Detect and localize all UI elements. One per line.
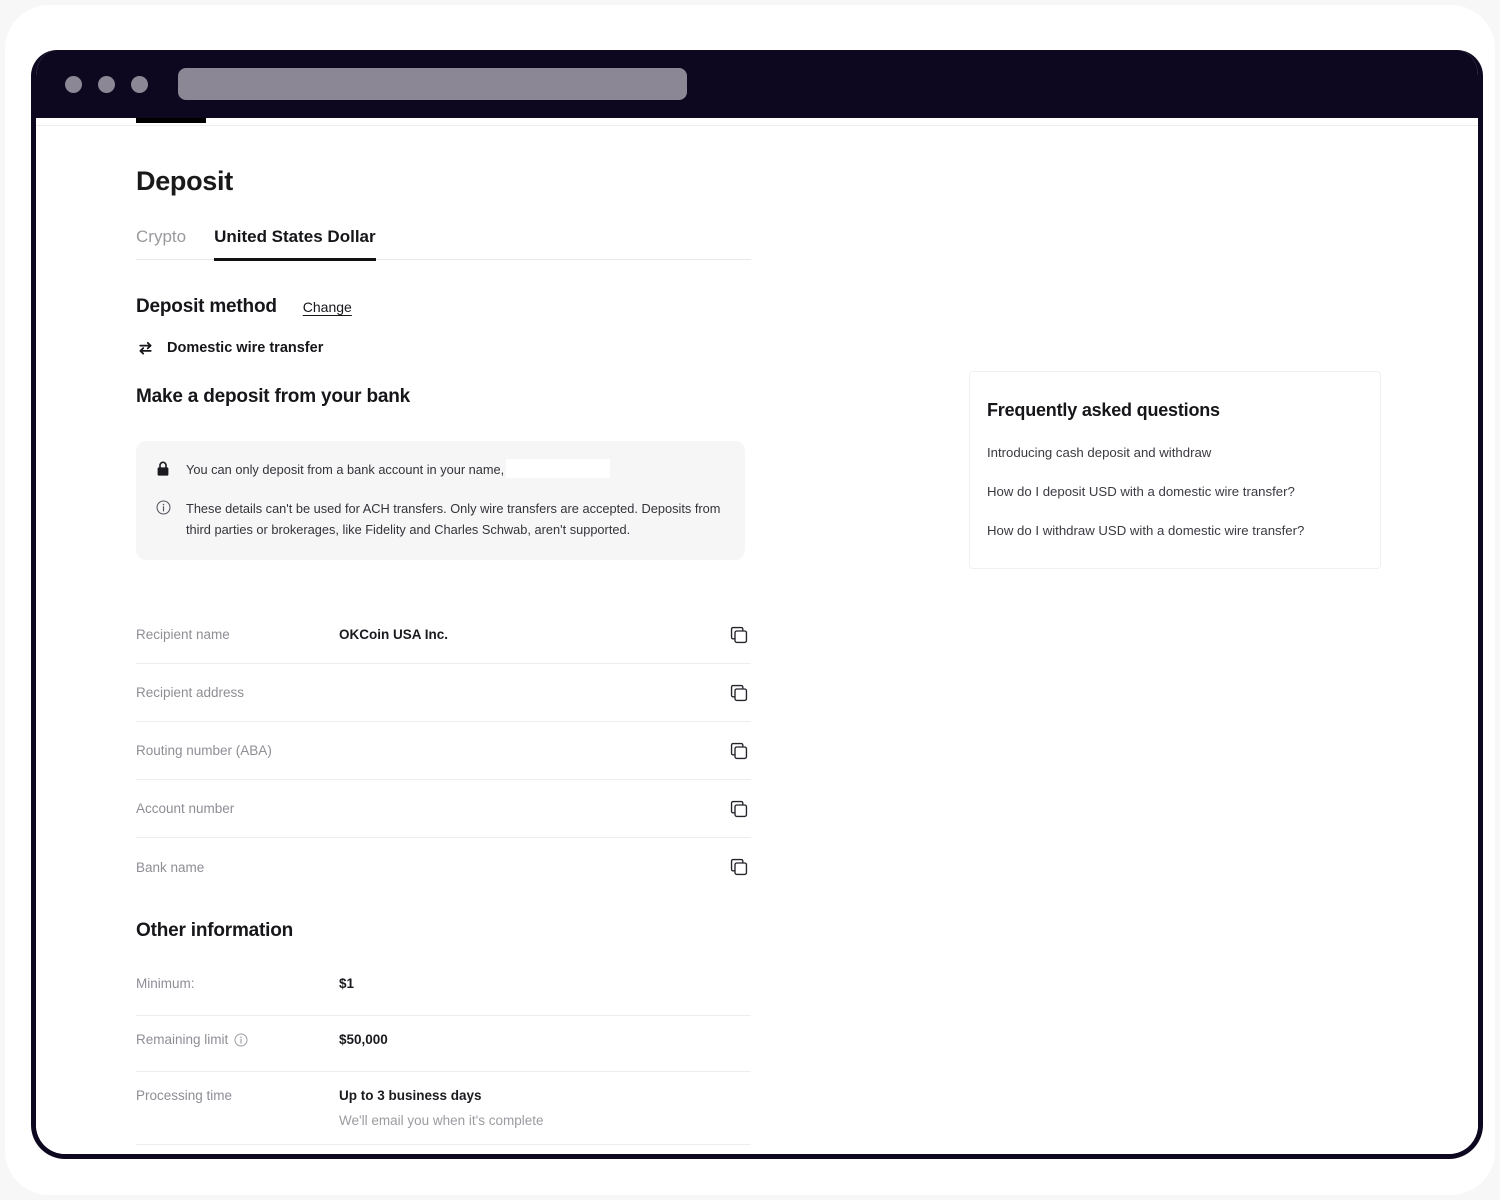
faq-title: Frequently asked questions (987, 400, 1220, 420)
faq-card: Frequently asked questions Introducing c… (969, 371, 1381, 569)
detail-row-routing-number: Routing number (ABA) (136, 722, 751, 781)
lock-icon (156, 459, 172, 477)
tab-crypto[interactable]: Crypto (136, 227, 186, 259)
device-frame: Deposit Crypto United States Dollar Depo… (5, 5, 1495, 1195)
browser-titlebar (36, 50, 1478, 118)
info-row-remaining-limit: Remaining limit $50,000 (136, 1016, 751, 1073)
faq-item-2[interactable]: How do I withdraw USD with a domestic wi… (987, 523, 1380, 538)
copy-icon[interactable] (727, 857, 751, 877)
change-method-link[interactable]: Change (303, 299, 352, 315)
copy-icon[interactable] (727, 683, 751, 703)
info-label: Minimum: (136, 976, 339, 991)
info-primary-value: $1 (339, 976, 355, 992)
deposit-notice-box: You can only deposit from a bank account… (136, 441, 745, 561)
detail-label: Recipient name (136, 627, 230, 643)
detail-label: Recipient address (136, 685, 245, 701)
redacted-name-field (506, 459, 611, 478)
detail-row-bank-name: Bank name (136, 838, 751, 896)
bank-details-list: Recipient name OKCoin USA Inc. Recipient… (136, 606, 751, 896)
info-label: Remaining limit (136, 1032, 339, 1047)
info-primary-value: $50,000 (339, 1032, 388, 1048)
browser-tab-strip (36, 118, 1478, 126)
faq-item-1[interactable]: How do I deposit USD with a domestic wir… (987, 484, 1380, 499)
info-row-minimum: Minimum: $1 (136, 960, 751, 1017)
info-label: Processing time (136, 1088, 339, 1103)
page-title: Deposit (136, 166, 233, 196)
address-bar[interactable] (178, 68, 687, 100)
transfer-arrows-icon (136, 340, 155, 356)
tab-united-states-dollar[interactable]: United States Dollar (214, 227, 376, 261)
notice-ach-restriction: These details can't be used for ACH tran… (156, 498, 725, 540)
faq-item-0[interactable]: Introducing cash deposit and withdraw (987, 445, 1380, 460)
copy-icon[interactable] (727, 799, 751, 819)
page-content: Deposit Crypto United States Dollar Depo… (36, 126, 1478, 1154)
info-label-text: Processing time (136, 1088, 233, 1104)
info-value: $1 (339, 976, 751, 991)
detail-row-account-number: Account number (136, 780, 751, 839)
maximize-dot-icon[interactable] (131, 75, 148, 93)
notice-text: These details can't be used for ACH tran… (186, 501, 721, 538)
copy-icon[interactable] (727, 625, 751, 645)
info-value: $50,000 (339, 1032, 751, 1047)
selected-deposit-method[interactable]: Domestic wire transfer (136, 340, 751, 356)
browser-window: Deposit Crypto United States Dollar Depo… (31, 50, 1483, 1159)
detail-label: Routing number (ABA) (136, 743, 272, 759)
main-column: Deposit Crypto United States Dollar Depo… (136, 166, 751, 1154)
info-row-fees: Fees: No fee Your bank may charge an add… (136, 1145, 751, 1154)
close-dot-icon[interactable] (65, 75, 82, 93)
notice-text-content: You can only deposit from a bank account… (186, 462, 505, 477)
detail-label: Bank name (136, 859, 205, 875)
info-circle-icon (156, 498, 172, 515)
copy-icon[interactable] (727, 741, 751, 761)
info-value: Up to 3 business days We'll email you wh… (339, 1088, 751, 1128)
notice-text: You can only deposit from a bank account… (186, 459, 611, 480)
info-row-processing-time: Processing time Up to 3 business days We… (136, 1072, 751, 1146)
info-primary-value: Up to 3 business days (339, 1088, 482, 1104)
currency-tabs: Crypto United States Dollar (136, 227, 751, 261)
detail-value: OKCoin USA Inc. (339, 627, 449, 643)
info-circle-icon[interactable] (234, 1033, 248, 1047)
info-label-text: Remaining limit (136, 1032, 229, 1048)
bank-section-heading: Make a deposit from your bank (136, 386, 410, 407)
info-secondary-value: We'll email you when it's complete (339, 1113, 544, 1129)
other-information-heading: Other information (136, 920, 294, 942)
info-label-text: Minimum: (136, 976, 195, 992)
detail-row-recipient-address: Recipient address (136, 664, 751, 723)
window-controls (65, 75, 148, 93)
detail-row-recipient-name: Recipient name OKCoin USA Inc. (136, 606, 751, 665)
notice-name-restriction: You can only deposit from a bank account… (156, 459, 725, 480)
other-information-list: Minimum: $1 Remaining limit $50,000 Proc… (136, 960, 751, 1154)
deposit-method-row: Deposit method Change (136, 296, 751, 318)
deposit-method-value: Domestic wire transfer (167, 340, 324, 356)
active-browser-tab-indicator (136, 118, 206, 123)
deposit-method-heading: Deposit method (136, 296, 277, 317)
minimize-dot-icon[interactable] (98, 75, 115, 93)
detail-label: Account number (136, 801, 235, 817)
